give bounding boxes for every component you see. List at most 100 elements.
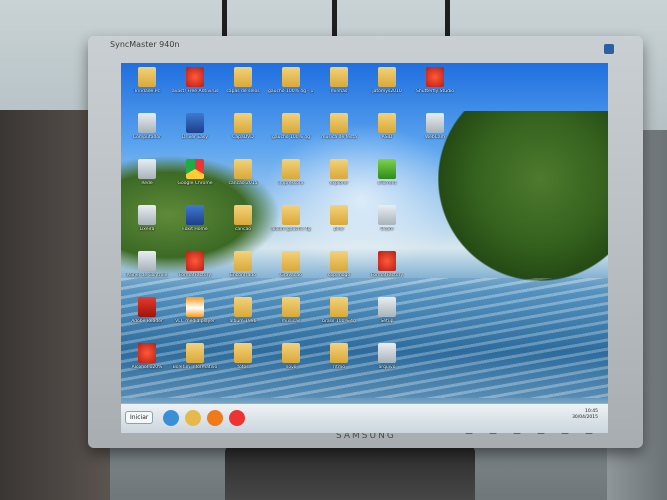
desktop-icon[interactable]: Ocam <box>364 205 410 232</box>
desktop-icon-label: avast! Free Antivirus <box>172 89 218 94</box>
desktop-icon[interactable]: ritmo <box>316 343 362 370</box>
folder-icon <box>330 113 348 133</box>
desktop-icon-label: cancao 2015 <box>228 181 258 186</box>
desktop-icon-label: brasil 100% 4g <box>322 319 356 324</box>
tray-clock[interactable]: 10:45 30/04/2015 <box>572 409 598 421</box>
desktop-icon-label: gaucho 100% 4g - 1996 <box>268 89 314 94</box>
desktop-icon[interactable]: novo <box>268 343 314 370</box>
desktop-icon[interactable]: Computador <box>124 113 170 140</box>
desktop-icon[interactable]: fotos <box>220 343 266 370</box>
desktop-icon[interactable]: arquivo <box>364 343 410 370</box>
desktop-icon-label: fotos <box>237 365 249 370</box>
desktop-icon-label: CapaDVD <box>232 135 254 140</box>
desktop-icon-label: Driver Easy <box>182 135 208 140</box>
desktop-icon[interactable]: cancao 2015 <box>220 159 266 186</box>
desktop-icon[interactable]: VLC media player <box>172 297 218 324</box>
desktop-icon[interactable]: musica de festa <box>316 113 362 140</box>
desktop-icon-label: Trindade.Pc <box>134 89 160 94</box>
desktop-icon[interactable]: cancao <box>220 205 266 232</box>
desktop-icon[interactable]: Lixeira <box>124 205 170 232</box>
folder-icon <box>234 67 252 87</box>
app-icon <box>378 159 396 179</box>
desktop-icon-label: Lixeira <box>139 227 155 232</box>
desktop-icon-label: musicas <box>281 319 301 324</box>
desktop-icon-label: Alcohol 120% <box>131 365 163 370</box>
desktop-icon[interactable]: album gaucho 4g <box>268 205 314 232</box>
desktop-icon[interactable]: impressora <box>268 159 314 186</box>
folder-icon <box>330 205 348 225</box>
desktop-icon[interactable]: FormatFactory <box>172 251 218 278</box>
folder-icon <box>234 205 252 225</box>
folder-icon <box>234 113 252 133</box>
desktop-icon-label: Gravacao <box>280 273 302 278</box>
folder-icon <box>234 297 252 317</box>
desktop-icon-label: novo <box>285 365 297 370</box>
desktop-icon[interactable]: Setup <box>364 297 410 324</box>
desktop-icon[interactable]: Painel de Controle <box>124 251 170 278</box>
monitor-brand-label: SyncMaster 940n <box>110 40 180 49</box>
desktop-icon-label: Painel de Controle <box>126 273 168 278</box>
desktop-icon[interactable]: gaucho 100% 4g <box>268 113 314 140</box>
desktop-icon[interactable]: cop.mogo <box>316 251 362 278</box>
folder-icon <box>282 205 300 225</box>
desktop-icon-label: VLC media player <box>175 319 215 324</box>
desktop-icon-label: WebCam <box>424 135 446 140</box>
explorer-icon[interactable] <box>185 410 201 426</box>
start-button[interactable]: Iniciar <box>125 411 154 424</box>
monitor-stand <box>225 446 475 500</box>
desktop-icon[interactable]: Adobe Reader <box>124 297 170 324</box>
desktop-icon[interactable]: FormatFactory <box>364 251 410 278</box>
desktop-icon[interactable]: explorer <box>316 159 362 186</box>
desktop-icon[interactable]: Gravacao <box>268 251 314 278</box>
desktop-icon[interactable]: CapaDVD <box>220 113 266 140</box>
desktop-icon[interactable]: WebCam <box>412 113 458 140</box>
desktop-icon[interactable]: gaucho 100% 4g - 1996 <box>268 67 314 94</box>
folder-icon <box>234 251 252 271</box>
ie-icon[interactable] <box>163 410 179 426</box>
power-button[interactable] <box>604 44 614 54</box>
app-icon <box>378 297 396 317</box>
desktop-icon[interactable]: Driver Easy <box>172 113 218 140</box>
desktop-icon[interactable]: jatomys2010 <box>364 67 410 94</box>
desktop-icon[interactable]: uTorrent <box>364 159 410 186</box>
desktop-icon[interactable]: Encontrado <box>220 251 266 278</box>
app-icon <box>186 113 204 133</box>
desktop-icon[interactable]: Foxit Home <box>172 205 218 232</box>
desktop-icon-label: capas de selos <box>226 89 260 94</box>
desktop-icon-label: Boletim Informativo <box>172 365 218 370</box>
desktop-icon-label: album 1996 <box>229 319 257 324</box>
app-icon <box>186 205 204 225</box>
chrome-icon[interactable] <box>229 410 245 426</box>
desktop-icon-label: Setup <box>380 319 394 324</box>
folder-icon <box>138 67 156 87</box>
desktop-icon[interactable]: Shutterfly Studio <box>412 67 458 94</box>
app-icon <box>138 205 156 225</box>
desktop-icon-label: minhas <box>330 89 348 94</box>
desktop-icon[interactable]: ASID <box>364 113 410 140</box>
desktop-icon[interactable]: Alcohol 120% <box>124 343 170 370</box>
desktop-icon[interactable]: Google Chrome <box>172 159 218 186</box>
media-player-icon[interactable] <box>207 410 223 426</box>
desktop-icon-label: uTorrent <box>377 181 397 186</box>
desktop-icon-label: FormatFactory <box>178 273 212 278</box>
desktop-icon[interactable]: phar <box>316 205 362 232</box>
desktop-icon[interactable]: album 1996 <box>220 297 266 324</box>
app-icon <box>378 343 396 363</box>
desktop-icon-label: arquivo <box>378 365 396 370</box>
desktop-icon[interactable]: brasil 100% 4g <box>316 297 362 324</box>
desktop-icon-label: Shutterfly Studio <box>416 89 454 94</box>
desktop-icon[interactable]: musicas <box>268 297 314 324</box>
desktop-icon[interactable]: capas de selos <box>220 67 266 94</box>
desktop-icon-label: ritmo <box>332 365 345 370</box>
desktop-icon-label: Foxit Home <box>182 227 208 232</box>
desktop-icon[interactable]: minhas <box>316 67 362 94</box>
app-icon <box>138 343 156 363</box>
desktop-icon-label: impressora <box>278 181 304 186</box>
desktop-icon[interactable]: avast! Free Antivirus <box>172 67 218 94</box>
desktop-icon[interactable]: Trindade.Pc <box>124 67 170 94</box>
desktop-icon[interactable]: Rede <box>124 159 170 186</box>
desktop-icon[interactable]: Boletim Informativo <box>172 343 218 370</box>
app-icon <box>138 159 156 179</box>
folder-icon <box>330 343 348 363</box>
folder-icon <box>330 159 348 179</box>
